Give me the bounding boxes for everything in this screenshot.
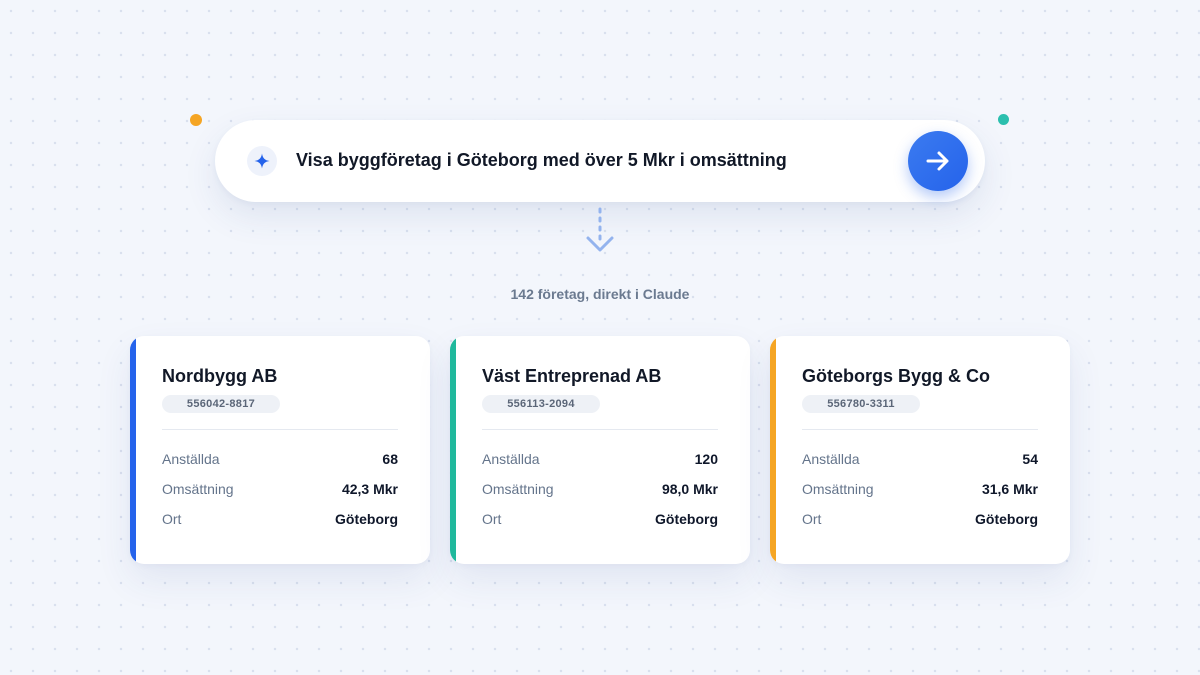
decor-dot-teal: [998, 114, 1009, 125]
city-value: Göteborg: [655, 511, 718, 527]
org-number-badge: 556780-3311: [802, 395, 920, 413]
city-value: Göteborg: [335, 511, 398, 527]
arrow-right-icon: [926, 151, 949, 171]
revenue-row: Omsättning 31,6 Mkr: [802, 481, 1038, 501]
prompt-bar[interactable]: Visa byggföretag i Göteborg med över 5 M…: [215, 120, 985, 202]
decor-dot-orange: [190, 114, 202, 126]
revenue-value: 31,6 Mkr: [981, 481, 1038, 497]
card-divider: [482, 429, 718, 430]
result-summary: 142 företag, direkt i Claude: [510, 286, 690, 302]
company-card[interactable]: Nordbygg AB 556042-8817 Anställda 68 Oms…: [130, 336, 430, 564]
city-value: Göteborg: [975, 511, 1038, 527]
company-card[interactable]: Göteborgs Bygg & Co 556780-3311 Anställd…: [770, 336, 1070, 564]
revenue-value: 98,0 Mkr: [661, 481, 718, 497]
company-name: Nordbygg AB: [162, 366, 278, 386]
employees-row: Anställda 68: [162, 451, 398, 471]
sparkle-icon: [247, 146, 277, 176]
org-number-badge: 556113-2094: [482, 395, 600, 413]
prompt-text[interactable]: Visa byggföretag i Göteborg med över 5 M…: [296, 150, 787, 171]
revenue-label: Omsättning: [162, 481, 234, 497]
card-accent-bar: [770, 336, 776, 564]
revenue-label: Omsättning: [802, 481, 874, 497]
revenue-label: Omsättning: [482, 481, 554, 497]
company-name: Göteborgs Bygg & Co: [802, 366, 990, 386]
employees-row: Anställda 120: [482, 451, 718, 471]
card-divider: [802, 429, 1038, 430]
card-divider: [162, 429, 398, 430]
company-name: Väst Entreprenad AB: [482, 366, 662, 386]
card-accent-bar: [450, 336, 456, 564]
employees-value: 120: [694, 451, 718, 467]
employees-row: Anställda 54: [802, 451, 1038, 471]
flow-arrow-down-icon: [586, 207, 614, 252]
city-row: Ort Göteborg: [802, 511, 1038, 531]
city-row: Ort Göteborg: [162, 511, 398, 531]
employees-label: Anställda: [802, 451, 860, 467]
city-label: Ort: [802, 511, 822, 527]
employees-label: Anställda: [162, 451, 220, 467]
employees-value: 54: [1022, 451, 1038, 467]
revenue-row: Omsättning 42,3 Mkr: [162, 481, 398, 501]
revenue-row: Omsättning 98,0 Mkr: [482, 481, 718, 501]
employees-value: 68: [382, 451, 398, 467]
city-row: Ort Göteborg: [482, 511, 718, 531]
revenue-value: 42,3 Mkr: [341, 481, 398, 497]
company-card[interactable]: Väst Entreprenad AB 556113-2094 Anställd…: [450, 336, 750, 564]
org-number-badge: 556042-8817: [162, 395, 280, 413]
employees-label: Anställda: [482, 451, 540, 467]
city-label: Ort: [482, 511, 502, 527]
city-label: Ort: [162, 511, 182, 527]
card-accent-bar: [130, 336, 136, 564]
submit-button[interactable]: [908, 131, 968, 191]
